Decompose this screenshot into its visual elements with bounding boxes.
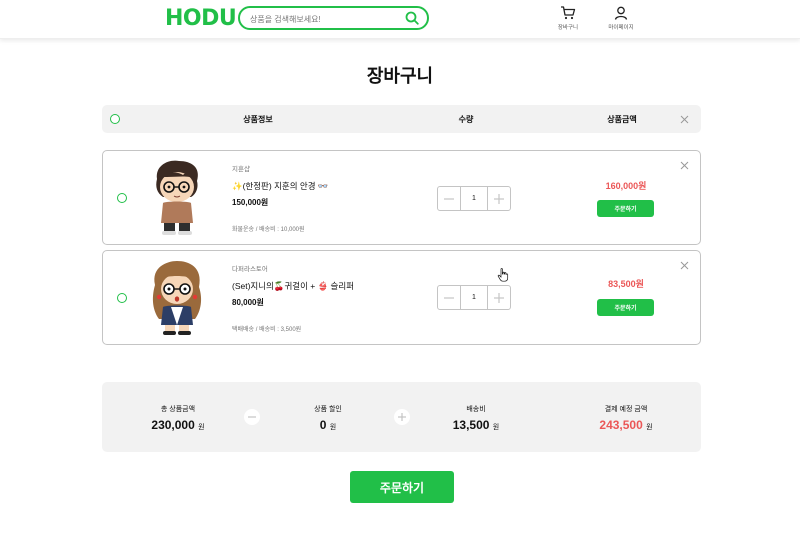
- shipping-fee-label: 배송비: [466, 406, 486, 413]
- cart-item: 다퍼라스토어 (Set)지니의🍒귀걸이 + 👙 슬리퍼 80,000원 택배배송…: [102, 250, 701, 345]
- page-title: 장바구니: [366, 66, 434, 86]
- product-image-glasses-boy[interactable]: [147, 159, 207, 237]
- minus-icon: [444, 197, 454, 200]
- minus-icon: [444, 296, 454, 299]
- search-bar[interactable]: [238, 6, 429, 30]
- payment-label: 결제 예정 금액: [604, 406, 648, 413]
- minus-button[interactable]: [438, 286, 461, 309]
- logo[interactable]: HODU: [165, 6, 237, 31]
- product-name[interactable]: (Set)지니의🍒귀걸이 + 👙 슬리퍼: [232, 280, 354, 292]
- mypage-nav[interactable]: 마이페이지: [601, 6, 641, 31]
- product-price: 150,000원: [232, 198, 269, 207]
- payment-value: 243,500 원: [599, 418, 653, 432]
- total-price-label: 총 상품금액: [160, 406, 196, 413]
- summary-shipping: 배송비 13,500 원: [453, 404, 500, 432]
- product-price: 80,000원: [232, 298, 264, 307]
- quantity-value: 1: [472, 294, 476, 301]
- minus-button[interactable]: [438, 187, 461, 210]
- column-quantity: 수량: [458, 115, 474, 124]
- search-icon[interactable]: [405, 11, 419, 25]
- item-select-radio[interactable]: [117, 193, 127, 203]
- cart-nav[interactable]: 장바구니: [548, 6, 588, 31]
- plus-button[interactable]: [487, 286, 510, 309]
- summary-total: 총 상품금액 230,000 원: [151, 404, 204, 432]
- cart-item: 지훈샵 ✨(한정판) 지훈의 안경 👓 150,000원 화물운송 / 배송비 …: [102, 150, 701, 245]
- column-product-info: 상품정보: [243, 115, 273, 124]
- quantity-stepper: 1: [437, 186, 511, 211]
- header: HODU 장바구니 마이페이지: [0, 0, 800, 39]
- item-select-radio[interactable]: [117, 293, 127, 303]
- cart-column-header: 상품정보 수량 상품금액: [102, 105, 701, 133]
- seller-name: 다퍼라스토어: [232, 266, 268, 273]
- plus-icon: [494, 193, 504, 204]
- item-total: 83,500원: [608, 279, 644, 289]
- order-all-button[interactable]: 주문하기: [350, 471, 454, 503]
- seller-name: 지훈샵: [232, 166, 250, 173]
- close-icon[interactable]: [680, 261, 689, 270]
- product-image-glasses-girl[interactable]: [147, 259, 207, 337]
- select-all-radio[interactable]: [110, 114, 120, 124]
- product-name[interactable]: ✨(한정판) 지훈의 안경 👓: [232, 180, 328, 192]
- discount-label: 상품 할인: [314, 406, 342, 413]
- total-price-value: 230,000 원: [151, 418, 205, 432]
- user-icon: [614, 6, 628, 20]
- quantity-stepper: 1: [437, 285, 511, 310]
- order-item-button[interactable]: 주문하기: [597, 299, 654, 316]
- mypage-label: 마이페이지: [608, 25, 634, 31]
- plus-icon: [398, 413, 406, 421]
- shipping-info: 택배배송 / 배송비 : 3,500원: [232, 327, 302, 333]
- discount-value: 0 원: [319, 418, 337, 432]
- summary-payment: 결제 예정 금액 243,500 원: [599, 404, 652, 432]
- plus-operator: [394, 409, 410, 425]
- shipping-info: 화물운송 / 배송비 : 10,000원: [232, 227, 305, 233]
- item-total: 160,000원: [605, 181, 647, 191]
- close-icon[interactable]: [680, 161, 689, 170]
- order-item-button[interactable]: 주문하기: [597, 200, 654, 217]
- minus-operator: [244, 409, 260, 425]
- shipping-fee-value: 13,500 원: [452, 418, 500, 432]
- plus-button[interactable]: [487, 187, 510, 210]
- summary-discount: 상품 할인 0 원: [314, 404, 342, 432]
- cart-icon: [561, 6, 576, 20]
- cart-label: 장바구니: [557, 25, 579, 31]
- plus-icon: [494, 292, 504, 303]
- pointer-cursor-icon: [497, 268, 509, 282]
- close-icon[interactable]: [680, 115, 689, 124]
- search-input[interactable]: [250, 11, 400, 27]
- minus-icon: [248, 416, 256, 418]
- quantity-value: 1: [472, 195, 476, 202]
- column-price: 상품금액: [607, 115, 637, 124]
- order-summary: 총 상품금액 230,000 원 상품 할인 0 원 배송비 13,500 원 …: [102, 382, 701, 452]
